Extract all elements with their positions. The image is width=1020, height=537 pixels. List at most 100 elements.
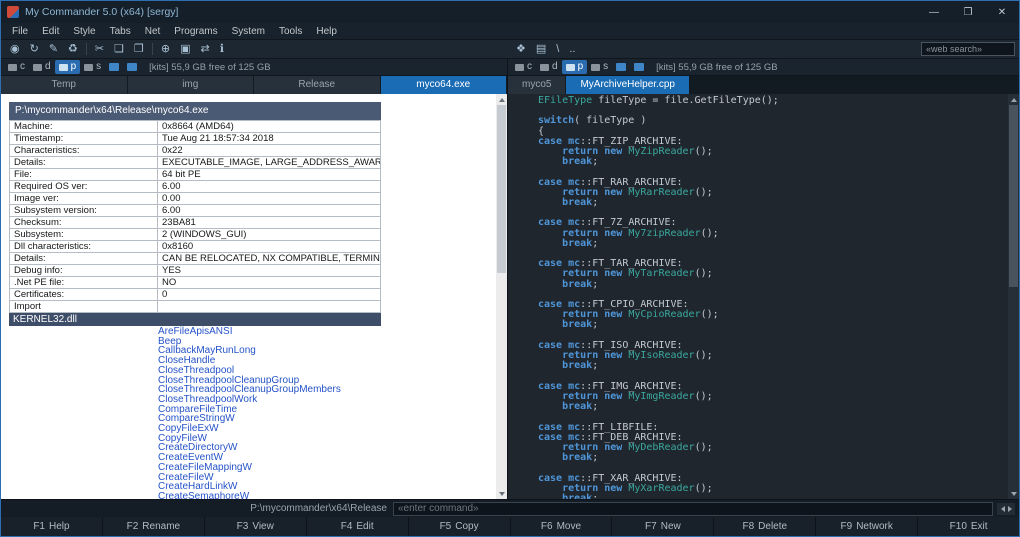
- drive-letter: c: [20, 61, 25, 72]
- fn-f9-button[interactable]: F9 Network: [815, 517, 917, 536]
- import-function-link[interactable]: CreateSemaphoreW: [158, 492, 507, 499]
- fn-f7-button[interactable]: F7 New: [611, 517, 713, 536]
- pe-info-value: NO: [157, 276, 381, 289]
- fn-f6-button[interactable]: F6 Move: [509, 517, 612, 536]
- drive-button-p[interactable]: p: [561, 60, 588, 74]
- pe-info-table: Machine: 0x8664 (AMD64) Timestamp: Tue Aug …: [9, 120, 381, 313]
- pe-info-label: Machine:: [9, 120, 158, 133]
- pe-info-label: Debug info:: [9, 264, 158, 277]
- horizontal-scrollbar[interactable]: [997, 502, 1015, 515]
- command-input[interactable]: [393, 501, 993, 516]
- scrollbar-thumb[interactable]: [497, 105, 506, 273]
- tab-img[interactable]: img: [127, 76, 254, 94]
- scroll-down-icon[interactable]: [1008, 488, 1019, 499]
- minimize-button[interactable]: —: [917, 1, 951, 23]
- shortcut-button[interactable]: [123, 62, 141, 72]
- fn-f4-button[interactable]: F4 Edit: [305, 517, 408, 536]
- current-path-label: P:\mycommander\x64\Release: [250, 503, 387, 514]
- scroll-left-icon[interactable]: [1000, 505, 1005, 512]
- info-icon[interactable]: ℹ: [215, 40, 229, 58]
- tab-bars-row: Temp img Release myco64.exe myco5 MyArchiveH…: [1, 76, 1019, 94]
- menu-item-programs[interactable]: Programs: [167, 26, 224, 37]
- copy-icon[interactable]: ❏: [109, 40, 129, 58]
- menubar: File Edit Style Tabs Net Programs System Tools H…: [1, 23, 1019, 40]
- menu-item-net[interactable]: Net: [138, 26, 168, 37]
- selected-dll-row[interactable]: KERNEL32.dll: [9, 313, 381, 326]
- edit-icon[interactable]: ✎: [44, 40, 63, 58]
- tab-temp[interactable]: Temp: [1, 76, 128, 94]
- drive-button-c[interactable]: c: [4, 60, 29, 74]
- menu-item-system[interactable]: System: [225, 26, 272, 37]
- menu-item-help[interactable]: Help: [309, 26, 344, 37]
- code-line: break;: [562, 452, 599, 464]
- code-line: return new MyXarReader();: [562, 482, 713, 494]
- shortcut-button[interactable]: [105, 62, 123, 72]
- root-folder-icon[interactable]: \: [551, 40, 564, 58]
- view-icon[interactable]: ◉: [5, 40, 25, 58]
- drive-button-c[interactable]: c: [511, 60, 536, 74]
- pe-file-path-header: P:\mycommander\x64\Release\myco64.exe: [9, 102, 381, 120]
- tab-myco64-exe[interactable]: myco64.exe: [380, 76, 507, 94]
- paste-icon[interactable]: ❐: [129, 40, 149, 58]
- tab-myco5[interactable]: myco5: [508, 76, 567, 94]
- import-function-link[interactable]: CopyFileExW: [158, 424, 507, 434]
- fn-f2-button[interactable]: F2 Rename: [101, 517, 204, 536]
- scrollbar-track[interactable]: [496, 273, 507, 488]
- close-button[interactable]: ✕: [985, 1, 1019, 23]
- import-function-link[interactable]: AreFileApisANSI: [158, 327, 507, 337]
- drive-icon: [58, 63, 68, 71]
- refresh-icon[interactable]: ↻: [25, 40, 44, 58]
- fn-f1-button[interactable]: F1 Help: [1, 517, 102, 536]
- code-line: break;: [562, 319, 599, 331]
- pe-info-row: Characteristics: 0x22: [9, 144, 381, 157]
- tab-release[interactable]: Release: [254, 76, 381, 94]
- menu-item-style[interactable]: Style: [66, 26, 102, 37]
- scrollbar-thumb[interactable]: [1009, 105, 1018, 287]
- parent-folder-icon[interactable]: ..: [564, 40, 580, 58]
- window-title: My Commander 5.0 (x64) [sergy]: [25, 6, 179, 18]
- scroll-down-icon[interactable]: [496, 488, 507, 499]
- drive-button-d[interactable]: d: [29, 60, 55, 74]
- fn-action-label: View: [252, 521, 274, 532]
- maximize-button[interactable]: ❐: [951, 1, 985, 23]
- tab-myarchivehelper-cpp[interactable]: MyArchiveHelper.cpp: [566, 76, 690, 94]
- menu-item-tabs[interactable]: Tabs: [103, 26, 138, 37]
- pe-info-row: Certificates: 0: [9, 288, 381, 301]
- fn-action-label: Network: [856, 521, 893, 532]
- pe-info-row: Subsystem: 2 (WINDOWS_GUI): [9, 228, 381, 241]
- scroll-up-icon[interactable]: [496, 94, 507, 105]
- scrollbar-track[interactable]: [1008, 287, 1019, 488]
- fn-f8-button[interactable]: F8 Delete: [713, 517, 815, 536]
- folder-new-icon[interactable]: ❖: [511, 40, 531, 58]
- scroll-up-icon[interactable]: [1008, 94, 1019, 105]
- code-editor[interactable]: EFileType fileType = file.GetFileType();…: [508, 94, 1019, 499]
- menu-item-tools[interactable]: Tools: [272, 26, 309, 37]
- drive-button-s[interactable]: s: [587, 60, 612, 74]
- code-line: return new MyImgReader();: [562, 390, 713, 402]
- drive-button-p[interactable]: p: [54, 60, 81, 74]
- fn-f10-button[interactable]: F10 Exit: [917, 517, 1019, 536]
- web-search-input[interactable]: [921, 42, 1015, 56]
- fn-f3-button[interactable]: F3 View: [203, 517, 306, 536]
- drive-button-s[interactable]: s: [80, 60, 105, 74]
- compare-icon[interactable]: ⇄: [196, 40, 215, 58]
- right-pane-scrollbar[interactable]: [1008, 94, 1019, 499]
- shortcut-button[interactable]: [612, 62, 630, 72]
- screen-icon[interactable]: ▣: [175, 40, 195, 58]
- cut-icon[interactable]: ✂: [90, 40, 109, 58]
- scroll-right-icon[interactable]: [1007, 505, 1012, 512]
- drive-button-d[interactable]: d: [536, 60, 562, 74]
- folder-icon[interactable]: ▤: [531, 40, 551, 58]
- fn-f5-button[interactable]: F5 Copy: [407, 517, 510, 536]
- network-icon[interactable]: ⊕: [156, 40, 175, 58]
- pe-info-value: 64 bit PE: [157, 168, 381, 181]
- menu-item-edit[interactable]: Edit: [35, 26, 66, 37]
- pe-info-row: Required OS ver: 6.00: [9, 180, 381, 193]
- pe-info-value: [157, 300, 381, 313]
- menu-item-file[interactable]: File: [5, 26, 35, 37]
- shortcut-button[interactable]: [630, 62, 648, 72]
- pe-info-value: 0: [157, 288, 381, 301]
- left-pane-scrollbar[interactable]: [496, 94, 507, 499]
- pe-info-label: Checksum:: [9, 216, 158, 229]
- delete-icon[interactable]: ♻: [63, 40, 83, 58]
